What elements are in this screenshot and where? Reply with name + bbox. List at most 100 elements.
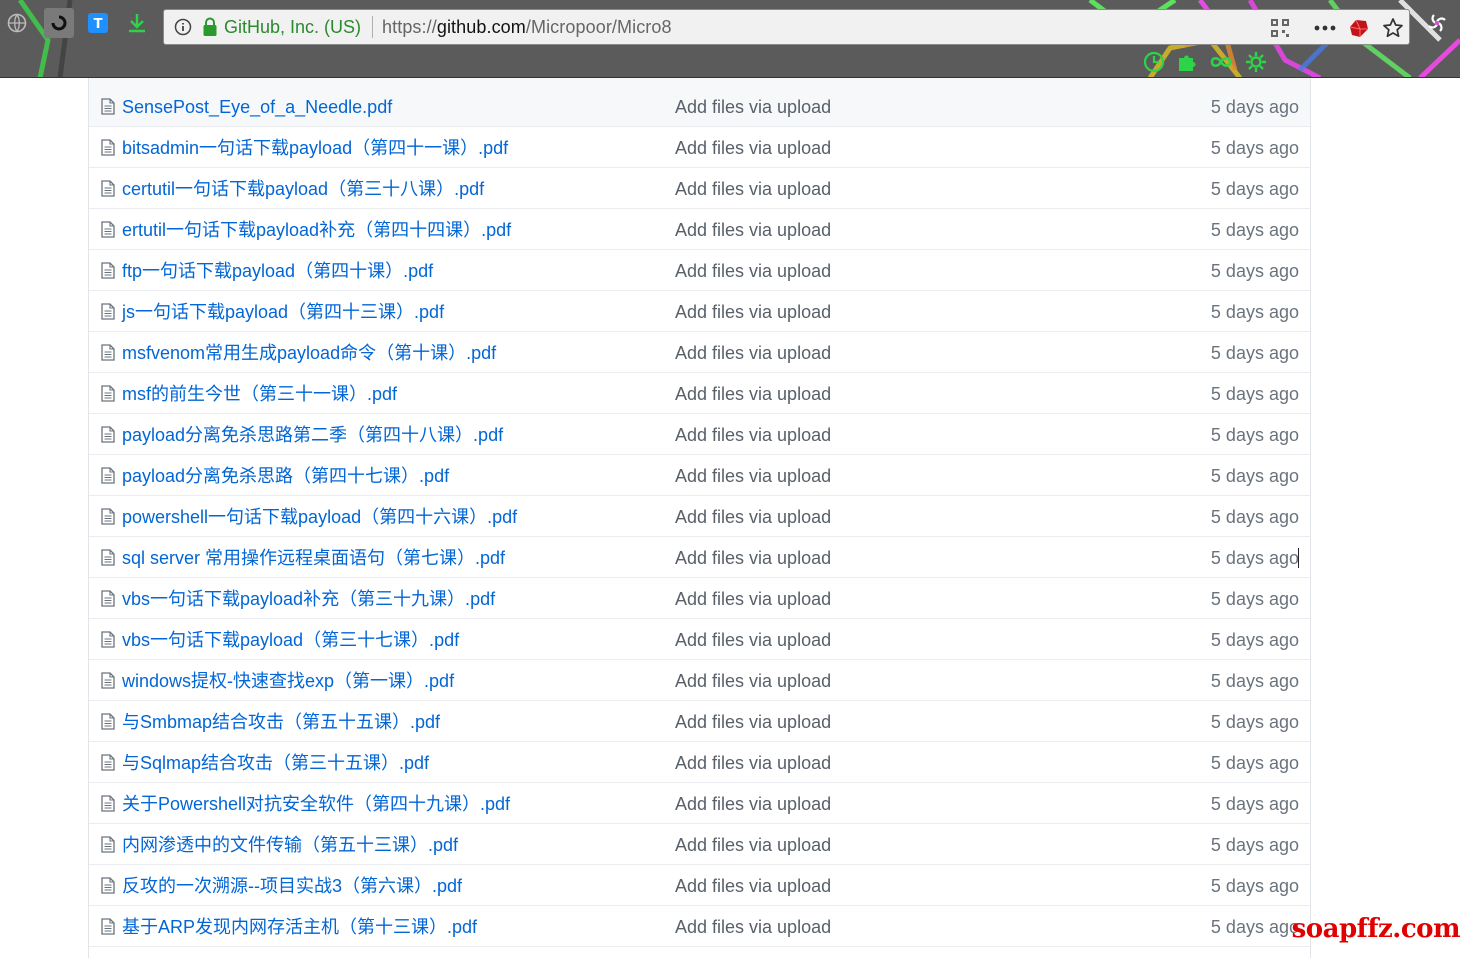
- commit-age: 5 days ago: [1210, 138, 1299, 158]
- browser-toolbar: T GitHub, Inc. (US) https://github.com/M…: [0, 0, 1460, 78]
- file-icon: [101, 262, 115, 284]
- commit-message-link[interactable]: Add files via upload: [675, 711, 831, 733]
- file-name-link[interactable]: payload分离免杀思路第二季（第四十八课）.pdf: [122, 424, 503, 446]
- table-row: windows提权-快速查找exp（第一课）.pdf Add files via …: [89, 660, 1310, 701]
- puzzle-icon[interactable]: [1176, 51, 1198, 78]
- file-name-link[interactable]: windows提权-快速查找exp（第一课）.pdf: [122, 670, 454, 692]
- commit-message-link[interactable]: Add files via upload: [675, 260, 831, 282]
- commit-message-link[interactable]: Add files via upload: [675, 629, 831, 651]
- commit-age: 5 days ago: [1210, 179, 1299, 199]
- file-icon: [101, 631, 115, 653]
- file-icon: [101, 221, 115, 243]
- commit-message-link[interactable]: Add files via upload: [675, 424, 831, 446]
- commit-message-link[interactable]: Add files via upload: [675, 506, 831, 528]
- file-name-link[interactable]: js一句话下载payload（第四十三课）.pdf: [122, 301, 444, 323]
- translate-icon[interactable]: T: [85, 10, 111, 36]
- file-name-link[interactable]: certutil一句话下载payload（第三十八课）.pdf: [122, 178, 484, 200]
- commit-message-link[interactable]: Add files via upload: [675, 178, 831, 200]
- file-name-link[interactable]: ftp一句话下载payload（第四十课）.pdf: [122, 260, 433, 282]
- commit-age: 5 days ago: [1210, 548, 1299, 568]
- file-name-link[interactable]: 与Sqlmap结合攻击（第三十五课）.pdf: [122, 752, 429, 774]
- download-icon[interactable]: [124, 10, 150, 36]
- table-row: msf的前生今世（第三十一课）.pdf Add files via upload 5…: [89, 373, 1310, 414]
- file-icon: [101, 467, 115, 489]
- commit-age: 5 days ago: [1210, 384, 1299, 404]
- table-row: ertutil一句话下载payload补充（第四十四课）.pdf Add file…: [89, 209, 1310, 250]
- commit-message-link[interactable]: Add files via upload: [675, 547, 831, 569]
- commit-age: 5 days ago: [1210, 753, 1299, 773]
- url-scheme: https://: [382, 17, 437, 37]
- file-icon: [101, 754, 115, 776]
- infinity-icon[interactable]: [1209, 55, 1233, 74]
- commit-message-link[interactable]: Add files via upload: [675, 301, 831, 323]
- file-icon: [101, 918, 115, 940]
- commit-age: 5 days ago: [1210, 876, 1299, 896]
- commit-message-link[interactable]: Add files via upload: [675, 834, 831, 856]
- clock-icon[interactable]: [1143, 51, 1165, 78]
- file-name-link[interactable]: 关于Powershell对抗安全软件（第四十九课）.pdf: [122, 793, 510, 815]
- commit-message-link[interactable]: Add files via upload: [675, 916, 831, 938]
- table-row: bitsadmin一句话下载payload（第四十一课）.pdf Add file…: [89, 127, 1310, 168]
- commit-message-link[interactable]: Add files via upload: [675, 465, 831, 487]
- watermark: soapffz.com: [1291, 914, 1460, 944]
- url-separator: [372, 16, 373, 38]
- commit-message-link[interactable]: Add files via upload: [675, 752, 831, 774]
- qr-code-icon[interactable]: [1268, 16, 1292, 40]
- table-row: 与Smbmap结合攻击（第五十五课）.pdf Add files via uplo…: [89, 701, 1310, 742]
- file-name-link[interactable]: powershell一句话下载payload（第四十六课）.pdf: [122, 506, 517, 528]
- extension-bar: [1143, 51, 1267, 78]
- ruby-icon[interactable]: [1346, 16, 1372, 40]
- file-icon: [101, 180, 115, 202]
- globe-icon[interactable]: [4, 10, 30, 36]
- url-bar[interactable]: GitHub, Inc. (US) https://github.com/Mic…: [163, 9, 1410, 45]
- commit-message-link[interactable]: Add files via upload: [675, 793, 831, 815]
- file-icon: [101, 385, 115, 407]
- table-row: 基于ARP发现内网存活主机（第十三课）.pdf Add files via upl…: [89, 906, 1310, 947]
- file-name-link[interactable]: vbs一句话下载payload（第三十七课）.pdf: [122, 629, 459, 651]
- commit-message-link[interactable]: Add files via upload: [675, 588, 831, 610]
- file-name-link[interactable]: msf的前生今世（第三十一课）.pdf: [122, 383, 397, 405]
- file-icon: [101, 426, 115, 448]
- url-text[interactable]: https://github.com/Micropoor/Micro8: [382, 17, 672, 38]
- commit-message-link[interactable]: Add files via upload: [675, 670, 831, 692]
- file-name-link[interactable]: vbs一句话下载payload补充（第三十九课）.pdf: [122, 588, 495, 610]
- file-name-link[interactable]: 基于ARP发现内网存活主机（第十三课）.pdf: [122, 916, 477, 938]
- commit-age: 5 days ago: [1210, 630, 1299, 650]
- file-icon: [101, 139, 115, 161]
- table-row: 反攻的一次溯源--项目实战3（第六课）.pdf Add files via upl…: [89, 865, 1310, 906]
- file-name-link[interactable]: 与Smbmap结合攻击（第五十五课）.pdf: [122, 711, 440, 733]
- file-name-link[interactable]: payload分离免杀思路（第四十七课）.pdf: [122, 465, 449, 487]
- commit-message-link[interactable]: Add files via upload: [675, 219, 831, 241]
- file-name-link[interactable]: msfvenom常用生成payload命令（第十课）.pdf: [122, 342, 496, 364]
- file-name-link[interactable]: SensePost_Eye_of_a_Needle.pdf: [122, 96, 392, 118]
- commit-age: 5 days ago: [1210, 343, 1299, 363]
- file-icon: [101, 795, 115, 817]
- file-name-link[interactable]: 内网渗透中的文件传输（第五十三课）.pdf: [122, 834, 458, 856]
- commit-message-link[interactable]: Add files via upload: [675, 342, 831, 364]
- table-row: vbs一句话下载payload（第三十七课）.pdf Add files via …: [89, 619, 1310, 660]
- settings-gear-icon[interactable]: [1245, 51, 1267, 78]
- commit-message-link[interactable]: Add files via upload: [675, 96, 831, 118]
- table-row: powershell一句话下载payload（第四十六课）.pdf Add fil…: [89, 496, 1310, 537]
- table-row: 内网渗透中的文件传输（第五十三课）.pdf Add files via uploa…: [89, 824, 1310, 865]
- file-name-link[interactable]: bitsadmin一句话下载payload（第四十一课）.pdf: [122, 137, 508, 159]
- table-row: vbs一句话下载payload补充（第三十九课）.pdf Add files vi…: [89, 578, 1310, 619]
- extension-spiral-icon[interactable]: [1424, 10, 1450, 36]
- commit-message-link[interactable]: Add files via upload: [675, 383, 831, 405]
- table-row: sql server 常用操作远程桌面语句（第七课）.pdf Add files …: [89, 537, 1310, 578]
- more-icon[interactable]: [1312, 16, 1338, 40]
- commit-age: 5 days ago: [1210, 97, 1299, 117]
- commit-message-link[interactable]: Add files via upload: [675, 137, 831, 159]
- commit-age: 5 days ago: [1210, 671, 1299, 691]
- bookmark-star-icon[interactable]: [1380, 16, 1406, 40]
- info-icon[interactable]: [174, 18, 192, 41]
- file-icon: [101, 713, 115, 735]
- commit-age: 5 days ago: [1210, 507, 1299, 527]
- file-name-link[interactable]: ertutil一句话下载payload补充（第四十四课）.pdf: [122, 219, 511, 241]
- circle-app-icon[interactable]: [44, 8, 74, 38]
- commit-message-link[interactable]: Add files via upload: [675, 875, 831, 897]
- identity-label[interactable]: GitHub, Inc. (US): [224, 17, 361, 38]
- file-name-link[interactable]: sql server 常用操作远程桌面语句（第七课）.pdf: [122, 547, 505, 569]
- table-row: SensePost_Eye_of_a_Needle.pdf Add files v…: [89, 78, 1310, 127]
- file-name-link[interactable]: 反攻的一次溯源--项目实战3（第六课）.pdf: [122, 875, 462, 897]
